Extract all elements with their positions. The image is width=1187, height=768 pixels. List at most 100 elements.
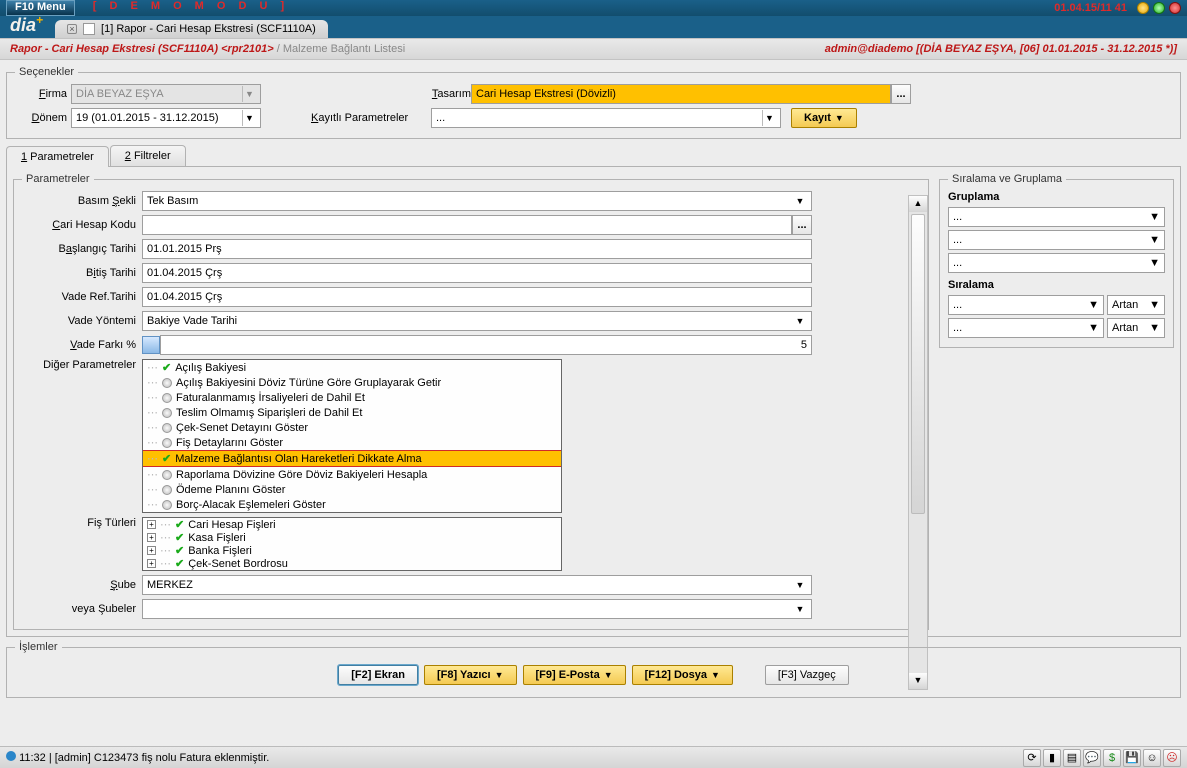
vade-farki-input[interactable]: 5 xyxy=(160,335,812,355)
demo-mode-label: [ D E M O M O D U ] xyxy=(93,0,289,16)
chevron-down-icon[interactable]: ▼ xyxy=(242,86,256,102)
siralama-gruplama-legend: Sıralama ve Gruplama xyxy=(948,173,1066,185)
parametreler-fieldset: Parametreler Basım Şekli Tek Basım▼ Cari… xyxy=(13,173,929,630)
document-tabs: dia+ × [1] Rapor - Cari Hesap Ekstresi (… xyxy=(0,16,1187,38)
sube-select[interactable]: MERKEZ▼ xyxy=(142,575,812,595)
grup-field-3[interactable]: ...▼ xyxy=(948,253,1165,273)
grup-field-1[interactable]: ...▼ xyxy=(948,207,1165,227)
info-icon xyxy=(6,751,16,761)
baslangic-label: Başlangıç Tarihi xyxy=(22,243,142,255)
tasarim-picker-button[interactable]: ... xyxy=(891,84,911,104)
fis-turu-item[interactable]: +⋯✔Çek-Senet Bordrosu xyxy=(143,557,561,570)
sub-tabs: 1 Parametreler 2 Filtreler xyxy=(6,145,1181,167)
scroll-thumb[interactable] xyxy=(911,214,925,514)
firma-label: Firma xyxy=(15,88,71,100)
clock-label: 01.04.15/11 41 xyxy=(1054,2,1127,14)
battery-icon[interactable]: ▮ xyxy=(1043,749,1061,767)
fis-turu-item[interactable]: +⋯✔Cari Hesap Fişleri xyxy=(143,518,561,531)
parametreler-legend: Parametreler xyxy=(22,173,94,185)
sube-label: Şube xyxy=(22,579,142,591)
app-logo: dia+ xyxy=(4,13,55,38)
bitis-tarihi-input[interactable]: 01.04.2015 Çrş xyxy=(142,263,812,283)
diger-param-item[interactable]: ⋯Faturalanmamış İrsaliyeleri de Dahil Et xyxy=(143,390,561,405)
tab-close-icon[interactable]: × xyxy=(67,24,77,34)
sort-field-1[interactable]: ...▼ xyxy=(948,295,1104,315)
fis-turu-item[interactable]: +⋯✔Banka Fişleri xyxy=(143,544,561,557)
fis-turleri-label: Fiş Türleri xyxy=(22,517,142,529)
dollar-icon[interactable]: $ xyxy=(1103,749,1121,767)
basim-sekli-label: Basım Şekli xyxy=(22,195,142,207)
yazici-button[interactable]: [F8] Yazıcı▼ xyxy=(424,665,517,685)
veya-subeler-select[interactable]: ▼ xyxy=(142,599,812,619)
baslangic-tarihi-input[interactable]: 01.01.2015 Prş xyxy=(142,239,812,259)
siralama-header: Sıralama xyxy=(948,279,994,291)
islemler-fieldset: İşlemler [F2] Ekran [F8] Yazıcı▼ [F9] E-… xyxy=(6,641,1181,698)
diger-param-item[interactable]: ⋯Çek-Senet Detayını Göster xyxy=(143,420,561,435)
basim-sekli-select[interactable]: Tek Basım▼ xyxy=(142,191,812,211)
kayitli-parametreler-select[interactable]: ...▼ xyxy=(431,108,781,128)
vertical-scrollbar[interactable]: ▲ ▼ xyxy=(908,195,928,690)
eposta-button[interactable]: [F9] E-Posta▼ xyxy=(523,665,626,685)
notes-icon[interactable]: ▤ xyxy=(1063,749,1081,767)
vaderef-label: Vade Ref.Tarihi xyxy=(22,291,142,303)
tab-filtreler[interactable]: 2 Filtreler xyxy=(110,145,186,166)
donem-label: Dönem xyxy=(15,112,71,124)
cari-hesap-input[interactable] xyxy=(142,215,792,235)
tasarim-label: Tasarım xyxy=(341,88,471,100)
calculator-icon[interactable] xyxy=(142,336,160,354)
sort-dir-1[interactable]: Artan▼ xyxy=(1107,295,1165,315)
status-text: 11:32 | [admin] C123473 fiş nolu Fatura … xyxy=(19,752,269,764)
diger-param-item[interactable]: ⋯Fiş Detaylarını Göster xyxy=(143,435,561,450)
diger-param-item[interactable]: ⋯✔Açılış Bakiyesi xyxy=(143,360,561,375)
breadcrumb-bar: Rapor - Cari Hesap Ekstresi (SCF1110A) <… xyxy=(0,38,1187,60)
diger-param-item[interactable]: ⋯Raporlama Dövizine Göre Döviz Bakiyeler… xyxy=(143,467,561,482)
window-titlebar: F10 Menu [ D E M O M O D U ] 01.04.15/11… xyxy=(0,0,1187,16)
diger-label: Diğer Parametreler xyxy=(22,359,142,371)
document-tab[interactable]: × [1] Rapor - Cari Hesap Ekstresi (SCF11… xyxy=(55,20,328,38)
sort-dir-2[interactable]: Artan▼ xyxy=(1107,318,1165,338)
breadcrumb-sub: / Malzeme Bağlantı Listesi xyxy=(277,43,405,55)
close-button[interactable] xyxy=(1169,2,1181,14)
fis-turu-item[interactable]: +⋯✔Kasa Fişleri xyxy=(143,531,561,544)
donem-select[interactable]: 19 (01.01.2015 - 31.12.2015)▼ xyxy=(71,108,261,128)
tasarim-input[interactable]: Cari Hesap Ekstresi (Dövizli) xyxy=(471,84,891,104)
diger-param-item[interactable]: ⋯Ödeme Planını Göster xyxy=(143,482,561,497)
scroll-up-icon[interactable]: ▲ xyxy=(909,196,927,212)
cari-hesap-picker[interactable]: ... xyxy=(792,215,812,235)
firma-select[interactable]: DİA BEYAZ EŞYA▼ xyxy=(71,84,261,104)
chat-icon[interactable]: 💬 xyxy=(1083,749,1101,767)
diger-param-item[interactable]: ⋯✔Malzeme Bağlantısı Olan Hareketleri Di… xyxy=(142,450,562,467)
save-icon[interactable]: 💾 xyxy=(1123,749,1141,767)
statusbar-icons: ⟳ ▮ ▤ 💬 $ 💾 ☺ ☹ xyxy=(1023,749,1181,767)
grup-field-2[interactable]: ...▼ xyxy=(948,230,1165,250)
diger-param-item[interactable]: ⋯Açılış Bakiyesini Döviz Türüne Göre Gru… xyxy=(143,375,561,390)
kayit-button[interactable]: Kayıt▼ xyxy=(791,108,857,128)
status-bar: 11:32 | [admin] C123473 fiş nolu Fatura … xyxy=(0,746,1187,768)
happy-icon[interactable]: ☺ xyxy=(1143,749,1161,767)
cari-hesap-label: Cari Hesap Kodu xyxy=(22,219,142,231)
islemler-legend: İşlemler xyxy=(15,641,62,653)
tab-title: [1] Rapor - Cari Hesap Ekstresi (SCF1110… xyxy=(101,23,316,35)
session-info: admin@diademo [(DİA BEYAZ EŞYA, [06] 01.… xyxy=(825,43,1177,55)
chevron-down-icon[interactable]: ▼ xyxy=(762,110,776,126)
gruplama-header: Gruplama xyxy=(948,191,999,203)
refresh-icon[interactable]: ⟳ xyxy=(1023,749,1041,767)
sort-field-2[interactable]: ...▼ xyxy=(948,318,1104,338)
maximize-button[interactable] xyxy=(1153,2,1165,14)
siralama-gruplama-fieldset: Sıralama ve Gruplama Gruplama ...▼ ...▼ … xyxy=(939,173,1174,348)
diger-param-item[interactable]: ⋯Borç-Alacak Eşlemeleri Göster xyxy=(143,497,561,512)
dosya-button[interactable]: [F12] Dosya▼ xyxy=(632,665,733,685)
minimize-button[interactable] xyxy=(1137,2,1149,14)
vade-yontemi-select[interactable]: Bakiye Vade Tarihi▼ xyxy=(142,311,812,331)
vazgec-button[interactable]: [F3] Vazgeç xyxy=(765,665,849,685)
sad-icon[interactable]: ☹ xyxy=(1163,749,1181,767)
diger-param-item[interactable]: ⋯Teslim Olmamış Siparişleri de Dahil Et xyxy=(143,405,561,420)
document-icon xyxy=(83,23,95,35)
vade-ref-tarihi-input[interactable]: 01.04.2015 Çrş xyxy=(142,287,812,307)
ekran-button[interactable]: [F2] Ekran xyxy=(338,665,418,685)
chevron-down-icon[interactable]: ▼ xyxy=(242,110,256,126)
tab-parametreler[interactable]: 1 Parametreler xyxy=(6,146,109,167)
kayitli-label: Kayıtlı Parametreler xyxy=(301,112,431,124)
fis-turleri-tree[interactable]: +⋯✔Cari Hesap Fişleri+⋯✔Kasa Fişleri+⋯✔B… xyxy=(142,517,562,571)
diger-parametreler-list[interactable]: ⋯✔Açılış Bakiyesi⋯Açılış Bakiyesini Dövi… xyxy=(142,359,562,513)
